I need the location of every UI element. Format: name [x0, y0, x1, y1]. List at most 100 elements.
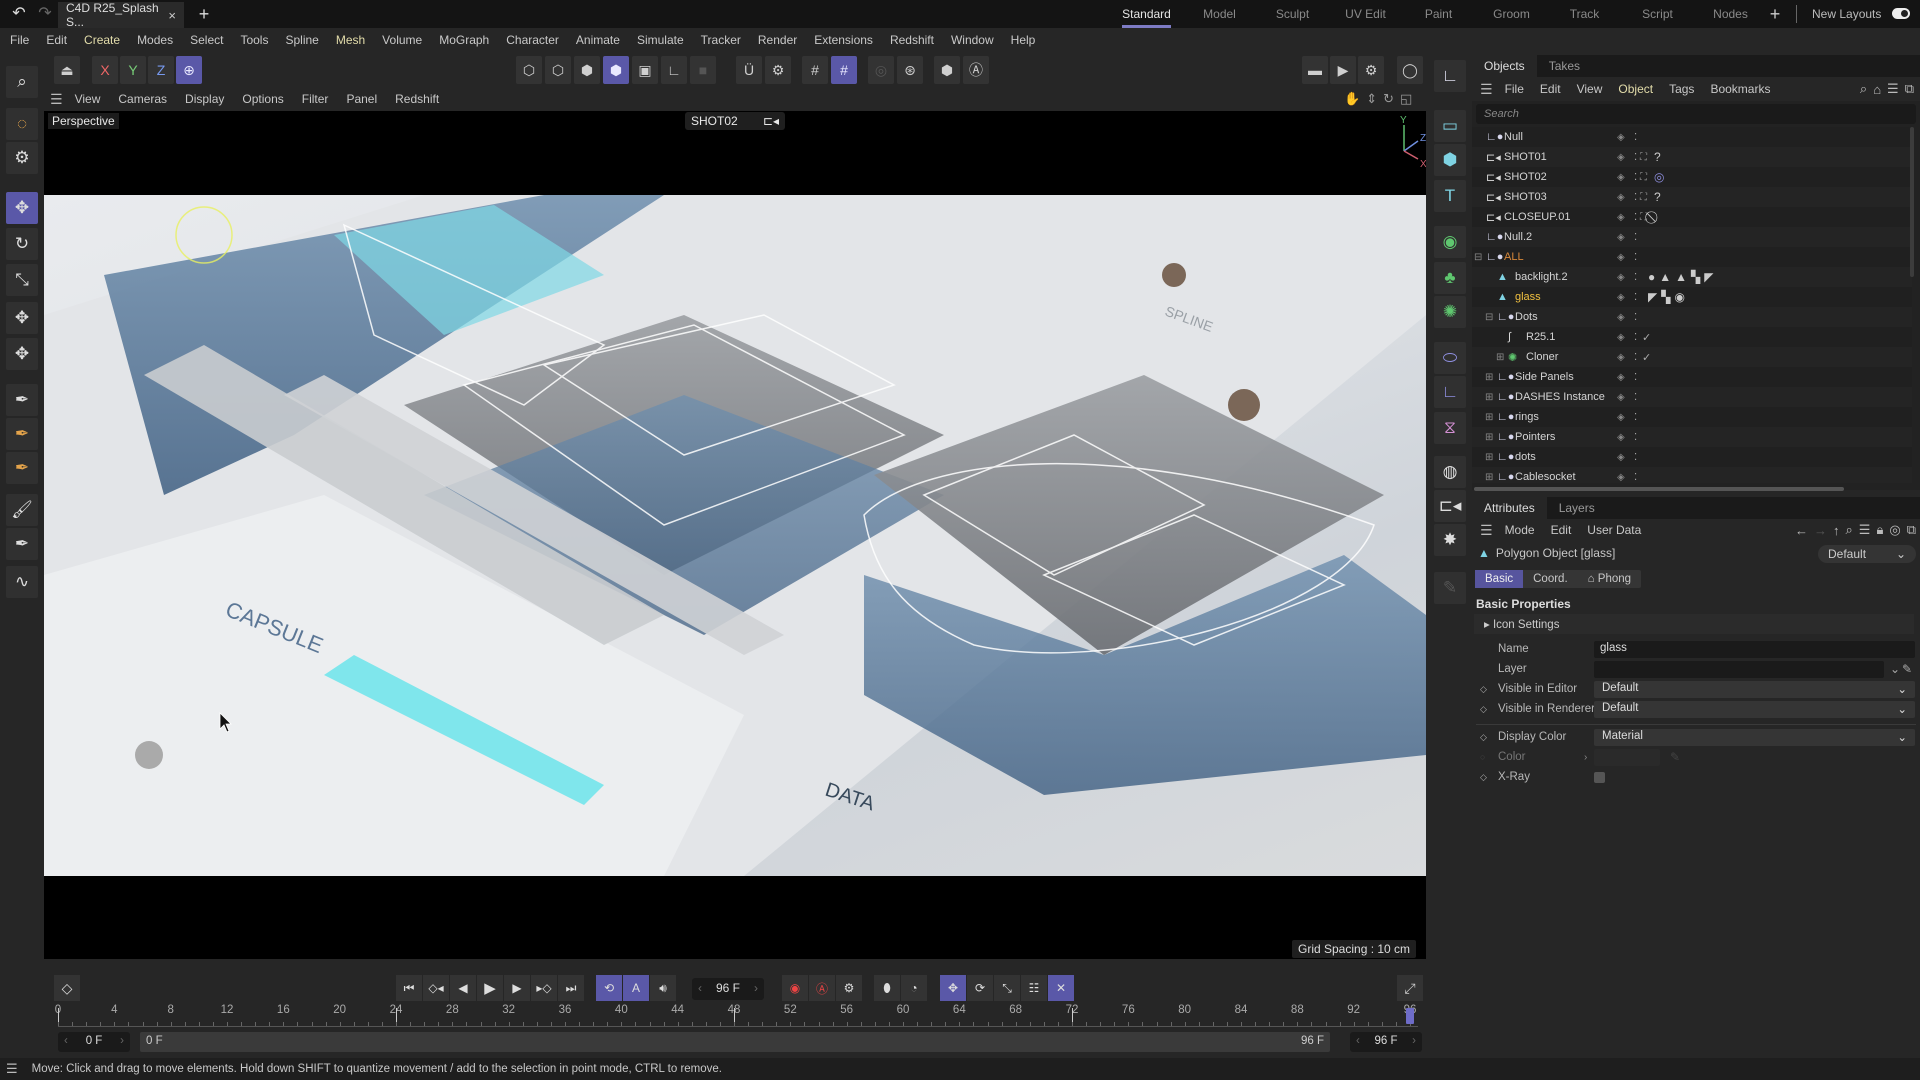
menu-animate[interactable]: Animate [576, 33, 620, 47]
layer-visibility-icon[interactable]: ◈ [1617, 232, 1625, 243]
object-name[interactable]: Cablesocket [1515, 471, 1576, 483]
chevron-right-icon[interactable]: › [754, 981, 758, 997]
object-name[interactable]: R25.1 [1526, 331, 1555, 343]
tab-attributes[interactable]: Attributes [1472, 497, 1547, 519]
object-name[interactable]: Pointers [1515, 431, 1555, 443]
preview-range-bar[interactable]: 0 F 96 F [140, 1032, 1330, 1052]
new-window-icon[interactable]: ⧉ [1907, 522, 1916, 538]
object-row[interactable]: ⊟ ∟● Dots ◈ ⁚ [1472, 307, 1912, 327]
object-tag-icon[interactable]: ▚ [1661, 290, 1670, 304]
object-tag-icon[interactable]: ◤ [1704, 270, 1713, 284]
chevron-down-icon[interactable]: ⌄ [1890, 662, 1900, 676]
new-layouts-toggle[interactable] [1892, 8, 1910, 19]
menu-mograph[interactable]: MoGraph [439, 33, 489, 47]
object-list-vertical-scrollbar[interactable] [1910, 127, 1914, 277]
object-row[interactable]: ⊏◂ SHOT02 ◈ ⁚ ⛶ ◎ [1472, 167, 1912, 187]
active-camera-label[interactable]: SHOT02 ⊏◂ [685, 112, 785, 130]
polygons-mode-icon[interactable]: ⬢ [574, 56, 600, 84]
object-list-horizontal-scrollbar[interactable] [1474, 487, 1844, 491]
menu-redshift[interactable]: Redshift [890, 33, 934, 47]
dolly-icon[interactable]: ⇕ [1366, 91, 1377, 107]
timeline-ruler[interactable]: 0481216202428323640444852566064687276808… [55, 1004, 1418, 1030]
object-name[interactable]: Dots [1515, 311, 1538, 323]
viewport-menu-filter[interactable]: Filter [302, 92, 329, 106]
object-row[interactable]: ∫ R25.1 ◈ ⁚ ✓ [1472, 327, 1912, 347]
attribute-menu-icon[interactable]: ☰ [1480, 522, 1493, 539]
om-menu-file[interactable]: File [1505, 82, 1524, 96]
expand-icon[interactable]: ⊞ [1485, 432, 1493, 443]
key-parameter-icon[interactable]: ☷ [1021, 975, 1047, 1001]
editor-render-dots-icon[interactable]: ⁚ [1634, 392, 1637, 403]
object-name[interactable]: DASHES Instance [1515, 391, 1605, 403]
object-tag-icon[interactable]: ? [1654, 190, 1661, 204]
scale-tool-icon[interactable]: ⤡ [6, 264, 38, 296]
om-menu-bookmarks[interactable]: Bookmarks [1710, 82, 1770, 96]
new-window-icon[interactable]: ⧉ [1905, 81, 1914, 97]
subtab-phong[interactable]: ⌂ Phong [1578, 570, 1641, 588]
object-row[interactable]: ⊏◂ SHOT01 ◈ ⁚ ⛶? [1472, 147, 1912, 167]
x-ray-checkbox[interactable] [1594, 771, 1605, 783]
cloner-icon[interactable]: ✺ [1434, 296, 1466, 328]
undo-icon[interactable]: ↶ [8, 4, 30, 24]
viewport-menu-view[interactable]: View [75, 92, 101, 106]
key-scale-icon[interactable]: ⤡ [994, 975, 1020, 1001]
editor-render-dots-icon[interactable]: ⁚ [1634, 192, 1637, 203]
layout-tab-script[interactable]: Script [1621, 0, 1694, 28]
chevron-left-icon[interactable]: ‹ [1356, 1035, 1360, 1049]
editor-render-dots-icon[interactable]: ⁚ [1634, 212, 1637, 223]
lock-icon[interactable]: 🔒︎ [1876, 522, 1883, 538]
3d-viewport[interactable]: CAPSULE DATA SPLINE Perspective SHOT02 ⊏… [44, 111, 1426, 959]
editor-render-dots-icon[interactable]: ⁚ [1634, 272, 1637, 283]
object-tag-icon[interactable]: ▲ [1675, 270, 1687, 284]
menu-extensions[interactable]: Extensions [814, 33, 873, 47]
layer-visibility-icon[interactable]: ◈ [1617, 432, 1625, 443]
viewport-menu-redshift[interactable]: Redshift [395, 92, 439, 106]
editor-render-dots-icon[interactable]: ⁚ [1634, 292, 1637, 303]
object-row[interactable]: ⊏◂ SHOT03 ◈ ⁚ ⛶? [1472, 187, 1912, 207]
expand-icon[interactable]: ⊞ [1485, 392, 1493, 403]
redo-icon[interactable]: ↷ [34, 4, 56, 24]
render-view-icon[interactable]: ▬ [1302, 56, 1328, 84]
edges-mode-icon[interactable]: ⬡ [545, 56, 571, 84]
editor-render-dots-icon[interactable]: ⁚ [1634, 352, 1637, 363]
object-tag-icon[interactable]: ▲ [1659, 270, 1671, 284]
tab-layers[interactable]: Layers [1547, 497, 1607, 519]
object-tag-icon[interactable]: ◤ [1648, 290, 1657, 304]
solo-off-icon[interactable]: ◎ [868, 56, 894, 84]
menu-spline[interactable]: Spline [285, 33, 318, 47]
home-icon[interactable]: ⌂ [1873, 82, 1881, 97]
layer-visibility-icon[interactable]: ◈ [1617, 372, 1625, 383]
points-mode-icon[interactable]: ⬡ [516, 56, 542, 84]
render-picture-viewer-icon[interactable]: ▶ [1330, 56, 1356, 84]
key-position-icon[interactable]: ✥ [940, 975, 966, 1001]
move-tool-icon[interactable]: ✥ [6, 192, 38, 224]
selection-settings-icon[interactable]: ⚙ [6, 142, 38, 174]
editor-render-dots-icon[interactable]: ⁚ [1634, 432, 1637, 443]
chevron-right-icon[interactable]: › [1584, 752, 1587, 763]
solo-settings-icon[interactable]: ⊛ [897, 56, 923, 84]
chevron-right-icon[interactable]: › [120, 1035, 124, 1049]
attribute-mode-select[interactable]: Default ⌄ [1818, 545, 1916, 563]
spline-primitive-pen-icon[interactable]: ✒ [6, 418, 38, 450]
transfer-tool-icon[interactable]: ✥ [6, 302, 38, 334]
om-menu-view[interactable]: View [1577, 82, 1603, 96]
expand-icon[interactable]: ⊞ [1485, 412, 1493, 423]
spline-pen-icon[interactable]: ✒ [6, 384, 38, 416]
layer-visibility-icon[interactable]: ◈ [1617, 332, 1625, 343]
auto-keying-badge-icon[interactable]: Ⓐ [963, 56, 989, 84]
color-swatch[interactable] [1594, 748, 1660, 766]
layer-visibility-icon[interactable]: ◈ [1617, 392, 1625, 403]
at-menu-edit[interactable]: Edit [1551, 523, 1572, 537]
keyframe-mode-button[interactable]: ◇ [54, 975, 80, 1001]
object-row[interactable]: ∟● Null ◈ ⁚ [1472, 127, 1912, 147]
start-frame-field[interactable]: ‹ 0 F › [58, 1032, 130, 1052]
snap-settings-icon[interactable]: ⚙ [765, 56, 791, 84]
next-key-icon[interactable]: ▸◇ [531, 975, 557, 1001]
tab-objects[interactable]: Objects [1472, 55, 1537, 77]
collapse-icon[interactable]: ⊟ [1485, 312, 1493, 323]
layer-visibility-icon[interactable]: ◈ [1617, 292, 1625, 303]
object-tag-icon[interactable]: ? [1654, 150, 1661, 164]
brush-tool-icon[interactable]: 🖌 [6, 494, 38, 526]
text-spline-icon[interactable]: T [1434, 180, 1466, 212]
live-selection-icon[interactable]: ◌ [6, 108, 38, 140]
